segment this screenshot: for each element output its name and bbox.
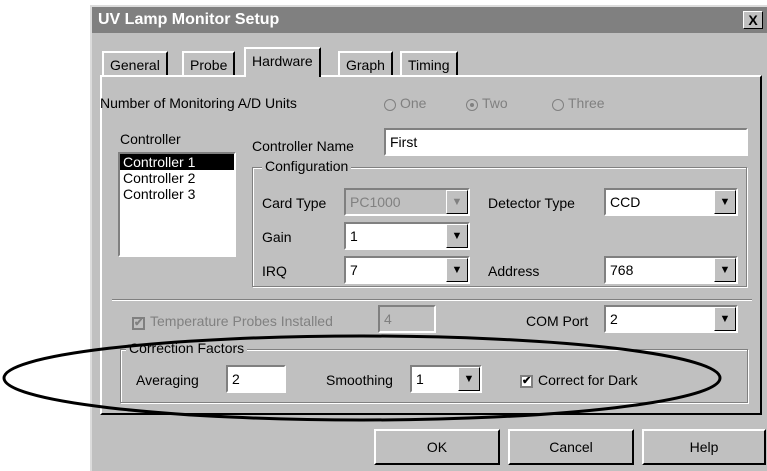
- address-select[interactable]: 768 ▼: [604, 256, 738, 284]
- radio-two-label: Two: [482, 95, 508, 111]
- controller-name-label: Controller Name: [252, 138, 354, 154]
- irq-select[interactable]: 7 ▼: [344, 256, 470, 284]
- help-button[interactable]: Help: [642, 429, 766, 465]
- correct-for-dark-label: Correct for Dark: [538, 372, 638, 388]
- probe-count-input[interactable]: 4: [378, 305, 436, 333]
- list-item[interactable]: Controller 1: [120, 154, 234, 170]
- radio-three-label: Three: [568, 95, 605, 111]
- address-value: 768: [610, 262, 634, 278]
- tab-general[interactable]: General: [102, 51, 168, 75]
- controller-name-input[interactable]: First: [384, 128, 748, 156]
- card-type-label: Card Type: [262, 195, 327, 211]
- tab-probe[interactable]: Probe: [182, 51, 236, 75]
- chevron-down-icon[interactable]: ▼: [714, 307, 736, 331]
- controller-label: Controller: [120, 131, 181, 147]
- setup-dialog: UV Lamp Monitor Setup X General Probe Ha…: [90, 5, 767, 471]
- tab-probe-label: Probe: [190, 57, 228, 73]
- title-bar[interactable]: UV Lamp Monitor Setup X: [92, 7, 767, 33]
- card-type-select[interactable]: PC1000 ▼: [344, 188, 470, 216]
- chevron-down-icon[interactable]: ▼: [714, 190, 736, 214]
- controller-list[interactable]: Controller 1 Controller 2 Controller 3: [118, 152, 236, 257]
- smoothing-value: 1: [416, 371, 424, 387]
- list-item[interactable]: Controller 3: [120, 186, 234, 202]
- correct-for-dark-checkbox[interactable]: ✔: [520, 375, 533, 388]
- temperature-probes-checkbox[interactable]: ✔: [132, 317, 145, 330]
- irq-label: IRQ: [262, 263, 287, 279]
- correction-factors-label: Correction Factors: [126, 340, 248, 356]
- cancel-button[interactable]: Cancel: [508, 429, 634, 465]
- tab-timing[interactable]: Timing: [400, 51, 458, 75]
- radio-three[interactable]: [552, 99, 564, 111]
- close-button[interactable]: X: [743, 11, 763, 29]
- com-port-value: 2: [610, 311, 618, 327]
- chevron-down-icon[interactable]: ▼: [458, 367, 480, 391]
- window-title: UV Lamp Monitor Setup: [98, 11, 280, 28]
- gain-value: 1: [350, 228, 358, 244]
- chevron-down-icon[interactable]: ▼: [714, 258, 736, 282]
- chevron-down-icon[interactable]: ▼: [446, 190, 468, 214]
- configuration-label: Configuration: [262, 158, 352, 174]
- address-label: Address: [488, 263, 540, 279]
- detector-type-select[interactable]: CCD ▼: [604, 188, 738, 216]
- smoothing-label: Smoothing: [326, 372, 393, 388]
- averaging-input[interactable]: 2: [226, 365, 286, 393]
- chevron-down-icon[interactable]: ▼: [446, 224, 468, 248]
- divider: [112, 299, 752, 301]
- tab-hardware-label: Hardware: [252, 53, 313, 69]
- chevron-down-icon[interactable]: ▼: [446, 258, 468, 282]
- tab-hardware[interactable]: Hardware: [244, 47, 321, 77]
- radio-one-label: One: [400, 95, 427, 111]
- card-type-value: PC1000: [350, 194, 401, 210]
- detector-type-value: CCD: [610, 194, 641, 210]
- temperature-probes-label: Temperature Probes Installed: [150, 313, 333, 329]
- monitoring-units-label: Number of Monitoring A/D Units: [100, 95, 297, 111]
- gain-label: Gain: [262, 229, 292, 245]
- tab-timing-label: Timing: [408, 57, 450, 73]
- tab-graph[interactable]: Graph: [338, 51, 393, 75]
- close-icon: X: [748, 12, 758, 28]
- averaging-label: Averaging: [136, 372, 199, 388]
- com-port-label: COM Port: [526, 313, 589, 329]
- gain-select[interactable]: 1 ▼: [344, 222, 470, 250]
- radio-one[interactable]: [384, 99, 396, 111]
- list-item[interactable]: Controller 2: [120, 170, 234, 186]
- radio-two[interactable]: [466, 99, 478, 111]
- smoothing-select[interactable]: 1 ▼: [410, 365, 482, 393]
- com-port-select[interactable]: 2 ▼: [604, 305, 738, 333]
- tab-graph-label: Graph: [346, 57, 385, 73]
- detector-type-label: Detector Type: [488, 195, 575, 211]
- irq-value: 7: [350, 262, 358, 278]
- ok-button[interactable]: OK: [374, 429, 500, 465]
- tab-general-label: General: [110, 57, 160, 73]
